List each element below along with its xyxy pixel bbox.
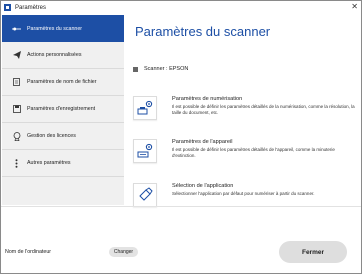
- title-bar: Paramètres ✕: [1, 1, 361, 14]
- app-select-icon: [139, 187, 153, 201]
- sidebar: Paramètres du scanner Actions personnali…: [2, 15, 124, 205]
- scan-settings-desc: Il est possible de définir les paramètre…: [172, 104, 355, 115]
- sidebar-item-filename-settings[interactable]: Paramètres de nom de fichier: [2, 69, 124, 96]
- page-title: Paramètres du scanner: [135, 24, 271, 39]
- scan-settings-button[interactable]: [133, 96, 157, 120]
- scan-settings-title: Paramètres de numérisation: [172, 96, 243, 102]
- main-panel: Paramètres du scanner Scanner : EPSON Pa…: [125, 15, 361, 207]
- computer-name-label: Nom de l'ordinateur: [5, 249, 52, 255]
- scanner-info: Scanner : EPSON: [133, 66, 188, 72]
- app-select-button[interactable]: [133, 183, 157, 207]
- device-settings-icon: [137, 143, 153, 158]
- settings-window: Paramètres ✕ Paramètres du scanner Actio…: [0, 0, 362, 274]
- close-button[interactable]: Fermer: [279, 241, 347, 263]
- app-select-title: Sélection de l'application: [172, 183, 234, 189]
- sidebar-item-label: Paramètres du scanner: [27, 25, 83, 32]
- device-settings-desc: Il est possible de définir les paramètre…: [172, 147, 335, 158]
- window-title: Paramètres: [15, 4, 47, 11]
- window-close-icon[interactable]: ✕: [351, 2, 358, 12]
- change-button[interactable]: Changer: [109, 247, 138, 257]
- sidebar-item-save-settings[interactable]: Paramètres d'enregistrement: [2, 96, 124, 123]
- send-icon: [12, 51, 21, 60]
- sidebar-item-custom-actions[interactable]: Actions personnalisées: [2, 42, 124, 69]
- sidebar-item-label: Paramètres d'enregistrement: [27, 106, 96, 112]
- save-folder-icon: [12, 105, 21, 114]
- app-icon: [4, 4, 11, 11]
- app-select-desc: Sélectionner l'application par défaut po…: [172, 191, 315, 196]
- sidebar-item-label: Paramètres de nom de fichier: [27, 79, 97, 85]
- scanner-label: Scanner : EPSON: [144, 66, 189, 72]
- device-settings-title: Paramètres de l'appareil: [172, 139, 233, 145]
- scanner-icon: [133, 66, 138, 72]
- scan-settings-icon: [137, 100, 153, 115]
- more-icon: [12, 158, 21, 168]
- file-icon: [12, 78, 21, 87]
- sidebar-item-other-settings[interactable]: Autres paramètres: [2, 150, 124, 177]
- sidebar-item-label: Gestion des licences: [27, 133, 76, 139]
- license-icon: [12, 131, 21, 141]
- sidebar-item-label: Autres paramètres: [27, 160, 71, 166]
- sidebar-item-label: Actions personnalisées: [27, 52, 82, 58]
- sidebar-item-license[interactable]: Gestion des licences: [2, 123, 124, 150]
- device-settings-button[interactable]: [133, 139, 157, 163]
- sidebar-item-scanner-settings[interactable]: Paramètres du scanner: [2, 15, 124, 42]
- footer-divider: [1, 206, 361, 207]
- scanner-settings-icon: [12, 24, 21, 33]
